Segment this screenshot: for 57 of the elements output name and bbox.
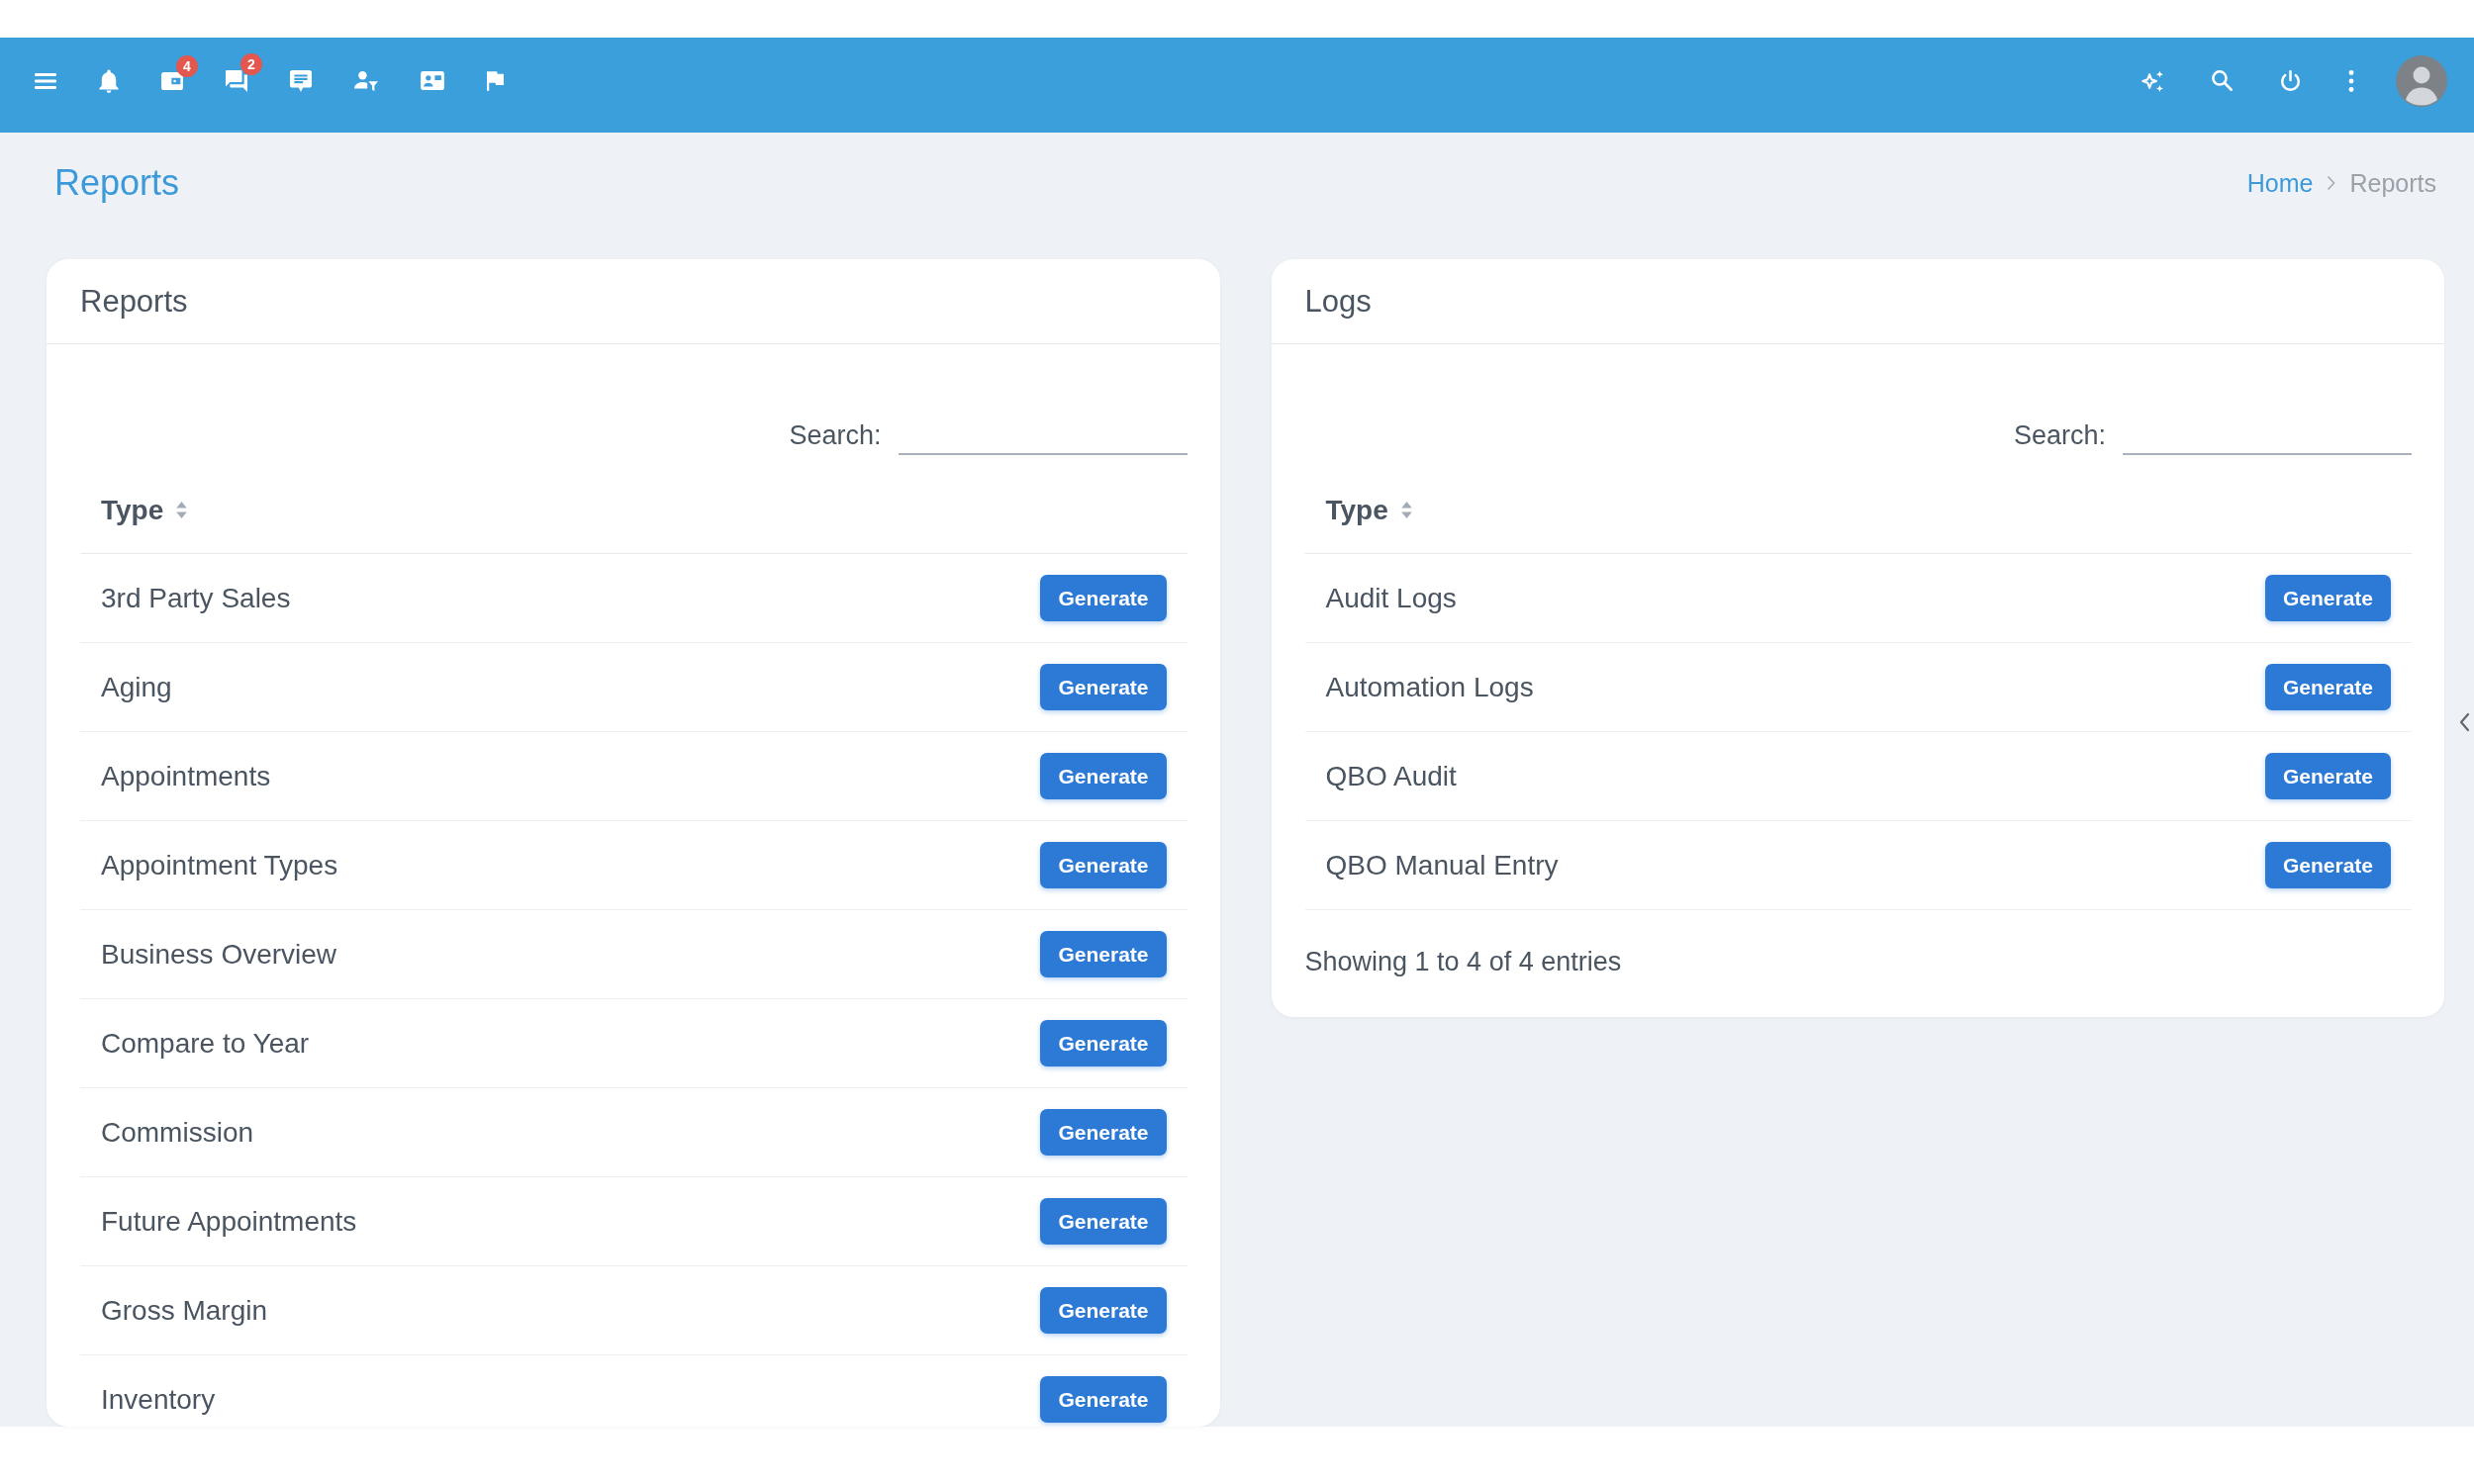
table-cell: Commission (101, 1116, 254, 1149)
table-info: Showing 1 to 4 of 4 entries (1304, 946, 1623, 978)
generate-button[interactable]: Generate (2264, 842, 2391, 888)
sparkles-icon[interactable] (2141, 69, 2164, 92)
bell-icon[interactable] (99, 68, 119, 93)
person-filter-icon[interactable] (354, 70, 378, 91)
sort-icon[interactable] (176, 501, 188, 519)
chevron-left-icon[interactable] (2459, 712, 2470, 732)
generate-button[interactable]: Generate (1040, 664, 1167, 710)
generate-button[interactable]: Generate (1040, 1287, 1167, 1334)
chevron-right-icon (2327, 175, 2336, 191)
generate-button[interactable]: Generate (2264, 664, 2391, 710)
table-cell: Future Appointments (101, 1205, 357, 1238)
table-cell: QBO Manual Entry (1325, 849, 1559, 881)
generate-button[interactable]: Generate (1040, 753, 1167, 799)
page-title: Reports (54, 162, 180, 204)
more-vertical-icon[interactable] (2348, 69, 2354, 92)
generate-button[interactable]: Generate (1040, 842, 1167, 888)
table-cell: QBO Audit (1325, 760, 1457, 792)
menu-icon[interactable] (35, 72, 56, 89)
column-header[interactable]: Type (1325, 494, 1388, 526)
avatar-icon[interactable] (2396, 54, 2447, 107)
generate-button[interactable]: Generate (1040, 1109, 1167, 1156)
sort-icon[interactable] (1400, 501, 1412, 519)
table-cell: Appointments (101, 760, 271, 792)
wallet-icon[interactable] (161, 71, 183, 90)
generate-button[interactable]: Generate (1040, 575, 1167, 621)
table-cell: 3rd Party Sales (101, 582, 291, 614)
table-cell: Audit Logs (1325, 582, 1457, 614)
table-cell: Inventory (101, 1383, 216, 1416)
flag-icon[interactable] (487, 70, 504, 91)
generate-button[interactable]: Generate (2264, 753, 2391, 799)
message-icon[interactable] (290, 69, 312, 92)
generate-button[interactable]: Generate (1040, 1020, 1167, 1067)
search-icon[interactable] (2212, 70, 2233, 91)
generate-button[interactable]: Generate (1040, 931, 1167, 977)
generate-button[interactable]: Generate (1040, 1376, 1167, 1423)
id-card-icon[interactable] (421, 71, 444, 90)
column-header[interactable]: Type (101, 494, 164, 526)
table-cell: Gross Margin (101, 1294, 268, 1327)
generate-button[interactable]: Generate (1040, 1198, 1167, 1245)
table-cell: Business Overview (101, 938, 337, 971)
table-cell: Appointment Types (101, 849, 338, 881)
chat-bubbles-icon[interactable] (226, 69, 247, 92)
breadcrumb-link[interactable]: Home (2246, 167, 2314, 199)
generate-button[interactable]: Generate (2264, 575, 2391, 621)
search-label: Search: (789, 419, 882, 452)
power-icon[interactable] (2280, 69, 2301, 92)
table-cell: Automation Logs (1325, 671, 1534, 703)
table-cell: Compare to Year (101, 1027, 310, 1060)
card-title: Logs (1304, 283, 1372, 320)
notification-badge: 2 (240, 52, 262, 75)
search-label: Search: (2013, 419, 2106, 452)
table-cell: Aging (101, 671, 172, 703)
card-title: Reports (80, 283, 188, 320)
notification-badge: 4 (176, 54, 198, 77)
breadcrumb-current: Reports (2349, 168, 2436, 199)
